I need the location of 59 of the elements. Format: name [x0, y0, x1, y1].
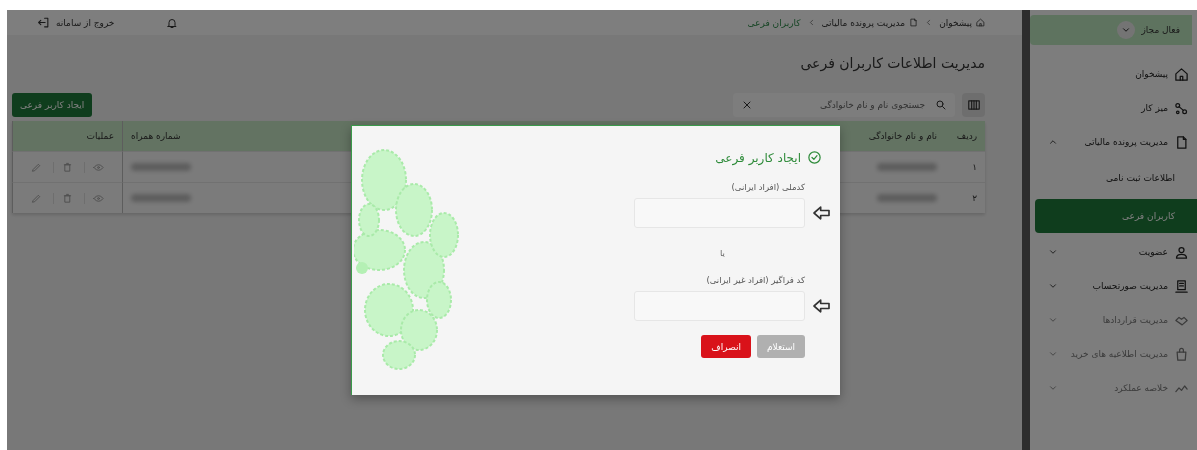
sidebar-subitem[interactable]: کاربران فرعی [1035, 199, 1197, 233]
field-label: کدملی (افراد ایرانی) [731, 182, 805, 192]
create-user-button[interactable]: ایجاد کاربر فرعی [12, 93, 93, 117]
blurred-text [877, 194, 937, 202]
search-input[interactable]: جستجوی نام و نام خانوادگی [761, 99, 927, 111]
column-header: نام و نام خانوادگی [840, 121, 945, 151]
column-header: عملیات [12, 121, 122, 151]
page-title: مدیریت اطلاعات کاربران فرعی [799, 54, 986, 74]
check-circle-icon [807, 150, 822, 165]
logout-button[interactable]: خروج از سامانه [37, 16, 115, 29]
chevron-down-icon [1121, 25, 1132, 35]
sidebar-item[interactable]: میز کار [1030, 91, 1197, 125]
home-icon [976, 18, 985, 27]
file-icon [909, 18, 919, 27]
sidebar-item[interactable]: عضویت [1030, 235, 1197, 269]
blurred-text [877, 163, 937, 171]
field-label: کد فراگیر (افراد غیر ایرانی) [706, 275, 805, 285]
blurred-text [131, 194, 191, 202]
sidebar-item[interactable]: مدیریت پرونده مالیاتی [1030, 125, 1197, 159]
trash-icon [62, 192, 73, 204]
cancel-button[interactable]: انصراف [701, 335, 751, 358]
column-header: ردیف [945, 121, 985, 151]
close-icon [741, 99, 753, 111]
chevron-down-icon [1048, 349, 1058, 359]
sidebar-item[interactable]: مدیریت صورتحساب [1030, 269, 1197, 303]
user-icon [1174, 244, 1189, 260]
table-cell: ۲ [945, 182, 985, 213]
trash-icon [62, 161, 73, 173]
eye-icon [93, 192, 105, 204]
columns-icon [966, 98, 981, 112]
breadcrumb-link[interactable]: کاربران فرعی [747, 17, 801, 28]
chevron-down-icon [1048, 383, 1058, 393]
pencil-icon [30, 192, 42, 204]
columns-button[interactable] [962, 93, 985, 117]
file-icon [1174, 134, 1189, 150]
breadcrumb-link[interactable]: پیشخوان [939, 17, 985, 28]
home-icon [1174, 66, 1189, 82]
sidebar-item[interactable]: پیشخوان [1030, 57, 1197, 91]
table-cell: ۱ [945, 151, 985, 182]
search-icon [935, 99, 947, 111]
breadcrumb-link[interactable]: مدیریت پرونده مالیاتی [821, 17, 919, 28]
exit-icon [37, 16, 50, 29]
eye-icon [93, 161, 105, 173]
chevron-down-icon [1048, 247, 1058, 257]
chevron-down-icon [1048, 315, 1058, 325]
status-label: فعال مجاز [1141, 25, 1180, 35]
sidebar-subitem[interactable]: اطلاعات ثبت نامی [1035, 161, 1197, 195]
dialog-title: ایجاد کاربر فرعی [715, 150, 801, 165]
bell-icon [166, 16, 179, 29]
bag-icon [1174, 346, 1189, 362]
blurred-text [131, 163, 191, 171]
pencil-icon [30, 161, 42, 173]
search-field[interactable]: جستجوی نام و نام خانوادگی [733, 93, 955, 117]
status-dropdown-button[interactable] [1117, 21, 1136, 39]
separator-text: یا [720, 248, 725, 258]
network-icon [1174, 100, 1189, 116]
chevron-down-icon [1048, 281, 1058, 291]
invoice-icon [1174, 278, 1189, 294]
chevron-up-icon [1048, 137, 1058, 147]
